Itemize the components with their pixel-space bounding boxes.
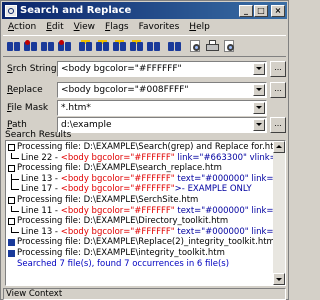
results-scrollbar[interactable] xyxy=(273,141,285,285)
menu-bar: Action Edit View Flags Favorites Help xyxy=(3,20,215,34)
chevron-down-icon[interactable] xyxy=(253,63,265,75)
expand-icon[interactable] xyxy=(8,249,15,257)
menu-flags[interactable]: Flags xyxy=(100,20,134,34)
menu-help[interactable]: Help xyxy=(184,20,215,34)
result-file-row[interactable]: Processing file: D:\EXAMPLE\Search(grep)… xyxy=(8,142,282,153)
match-context: >- EXAMPLE ONLY xyxy=(174,184,252,195)
close-button[interactable]: × xyxy=(271,4,285,17)
search-results-panel[interactable]: Processing file: D:\EXAMPLE\Search(grep)… xyxy=(5,140,286,286)
expand-icon[interactable] xyxy=(8,239,15,247)
flags-all-icon[interactable] xyxy=(95,39,110,54)
collapse-icon[interactable] xyxy=(8,196,15,204)
chevron-down-icon[interactable] xyxy=(253,102,265,114)
menu-action[interactable]: Action xyxy=(3,20,41,34)
result-file-text: Processing file: D:\EXAMPLE\Directory_to… xyxy=(17,216,229,227)
path-value[interactable]: d:\example xyxy=(58,120,253,130)
result-line-row[interactable]: Line 17 - <body bgcolor="#FFFFFF">- EXAM… xyxy=(8,184,272,195)
menu-view[interactable]: View xyxy=(69,20,100,34)
minimize-button[interactable]: _ xyxy=(239,4,253,17)
browse-path-button[interactable]: ... xyxy=(270,117,286,133)
search-string-combo[interactable]: <body bgcolor="#FFFFFF" xyxy=(57,61,267,77)
result-file-text: Processing file: D:\EXAMPLE\SerchSite.ht… xyxy=(17,194,199,205)
replace-options-button[interactable]: ... xyxy=(270,82,286,98)
match-text: <body bgcolor="#FFFFFF" xyxy=(60,152,175,163)
result-file-row[interactable]: Processing file: D:\EXAMPLE\SerchSite.ht… xyxy=(8,195,272,206)
result-line-row[interactable]: Line 22 - <body bgcolor="#FFFFFF" link="… xyxy=(8,152,285,164)
title-bar[interactable]: Search and Replace _ □ × xyxy=(2,2,287,19)
path-label: Path xyxy=(7,120,27,130)
line-number: Line 22 - xyxy=(21,152,61,163)
collapse-icon[interactable] xyxy=(8,165,15,173)
line-number: Line 17 - xyxy=(21,184,61,195)
maximize-button[interactable]: □ xyxy=(254,4,268,17)
results-summary: Searched 7 file(s), found 7 occurrences … xyxy=(17,258,230,269)
search-string-label: Srch String xyxy=(7,64,57,74)
result-file-row[interactable]: Processing file: D:\EXAMPLE\Directory_to… xyxy=(8,216,272,227)
search-results-label: Search Results xyxy=(5,130,72,140)
match-text: <body bgcolor="#FFFFFF" xyxy=(60,226,175,237)
result-file-text: Processing file: D:\EXAMPLE\search_repla… xyxy=(17,163,222,174)
chevron-down-icon[interactable] xyxy=(253,119,265,131)
line-number: Line 13 - xyxy=(21,173,61,184)
app-icon[interactable] xyxy=(5,4,17,17)
match-context: text="#000000" link="#0000FF" xyxy=(177,205,285,216)
menu-favorites[interactable]: Favorites xyxy=(134,20,185,34)
result-file-row[interactable]: Processing file: D:\EXAMPLE\Replace(2)_i… xyxy=(8,237,275,248)
options-icon[interactable] xyxy=(167,39,182,54)
path-combo[interactable]: d:\example xyxy=(57,117,267,133)
line-number: Line 13 - xyxy=(21,226,61,237)
search-files-icon[interactable] xyxy=(40,39,55,54)
replace-label: Replace xyxy=(7,85,43,95)
print-preview-icon[interactable] xyxy=(222,39,237,54)
match-text: <body bgcolor="#FFFFFF" xyxy=(60,184,175,195)
flags-icon[interactable] xyxy=(78,39,93,54)
search-options-button[interactable]: ... xyxy=(270,61,286,77)
scroll-down-icon[interactable] xyxy=(273,273,285,285)
match-text: <body bgcolor="#FFFFFF" xyxy=(60,173,175,184)
search-icon[interactable] xyxy=(6,39,21,54)
collapse-icon[interactable] xyxy=(8,144,15,151)
result-file-row[interactable]: Processing file: D:\EXAMPLE\integrity_to… xyxy=(8,248,272,259)
result-file-text: Processing file: D:\EXAMPLE\Replace(2)_i… xyxy=(17,237,275,248)
match-context: text="#000000" link="#0000FF" xyxy=(177,226,285,237)
replace-icon[interactable] xyxy=(57,39,72,54)
file-mask-combo[interactable]: *.htm* xyxy=(57,100,267,116)
file-mask-label: File Mask xyxy=(7,103,49,113)
results-tree: Processing file: D:\EXAMPLE\Search(grep)… xyxy=(8,142,285,270)
bookmark-icon[interactable] xyxy=(112,39,127,54)
result-line-row[interactable]: Line 13 - <body bgcolor="#FFFFFF" text="… xyxy=(8,226,285,238)
result-file-text: Processing file: D:\EXAMPLE\integrity_to… xyxy=(17,247,225,258)
status-bar: View Context xyxy=(3,288,286,300)
collapse-icon[interactable] xyxy=(8,218,15,226)
window-title: Search and Replace xyxy=(20,5,132,16)
line-number: Line 11 - xyxy=(21,205,61,216)
result-line-row[interactable]: Line 11 - <body bgcolor="#FFFFFF" text="… xyxy=(8,205,285,217)
settings-icon[interactable] xyxy=(146,39,161,54)
highlight-icon[interactable] xyxy=(129,39,144,54)
result-line-row[interactable]: Line 13 - <body bgcolor="#FFFFFF" text="… xyxy=(8,173,285,185)
chevron-down-icon[interactable] xyxy=(253,84,265,96)
search-replace-icon[interactable] xyxy=(23,39,38,54)
result-file-text: Processing file: D:\EXAMPLE\Search(grep)… xyxy=(17,142,282,152)
menu-edit[interactable]: Edit xyxy=(41,20,68,34)
match-context: text="#000000" link="#0000FF" xyxy=(177,173,285,184)
file-mask-value[interactable]: *.htm* xyxy=(58,103,253,113)
main-window: Search and Replace _ □ × Action Edit Vie… xyxy=(0,0,289,300)
replace-combo[interactable]: <body bgcolor="#008FFFF" xyxy=(57,82,267,98)
match-text: <body bgcolor="#FFFFFF" xyxy=(60,205,175,216)
scroll-up-icon[interactable] xyxy=(273,141,285,153)
search-string-value[interactable]: <body bgcolor="#FFFFFF" xyxy=(58,64,253,74)
replace-value[interactable]: <body bgcolor="#008FFFF" xyxy=(58,85,253,95)
print-icon[interactable] xyxy=(205,39,220,54)
result-file-row[interactable]: Processing file: D:\EXAMPLE\search_repla… xyxy=(8,163,272,174)
match-context: link="#663300" vlink="#663300" xyxy=(177,152,285,163)
toolbar xyxy=(3,35,286,57)
find-icon[interactable] xyxy=(188,39,203,54)
